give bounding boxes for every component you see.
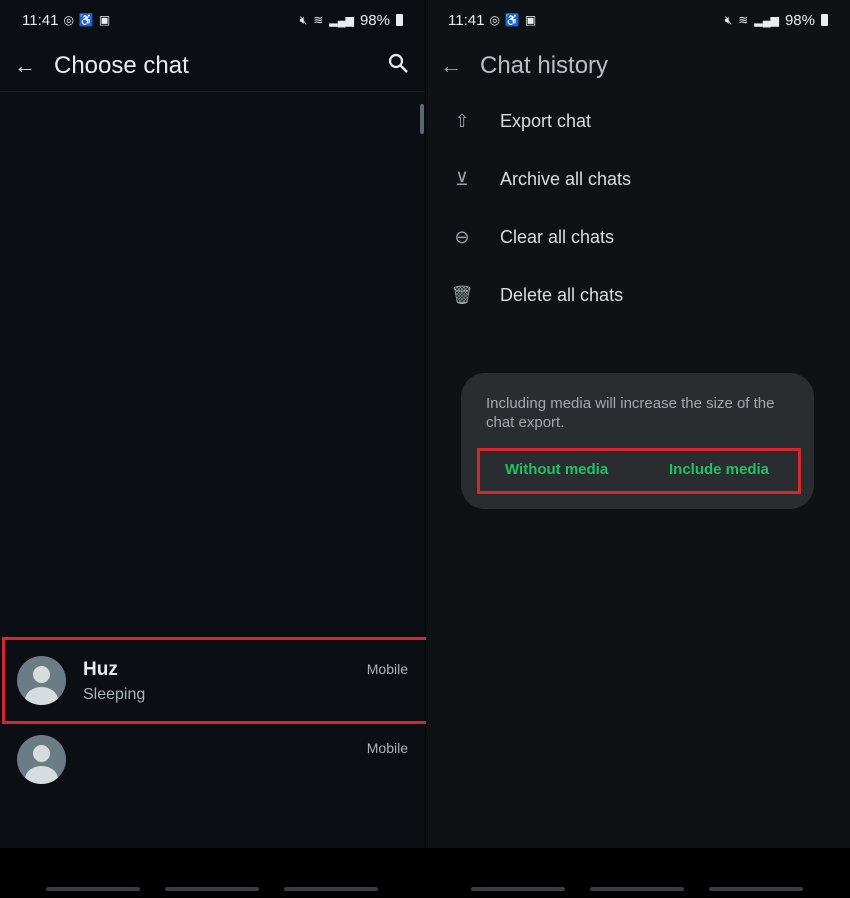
whatsapp-icon: ◎	[489, 13, 500, 27]
clock: 11:41	[22, 11, 59, 29]
back-arrow-icon[interactable]: ←	[14, 53, 36, 79]
menu-delete-all[interactable]: 🗑︎ Delete all chats	[426, 266, 850, 324]
nav-handle	[46, 887, 140, 891]
dialog-message: Including media will increase the size o…	[486, 395, 775, 431]
nav-handle	[284, 887, 378, 891]
wifi-icon: ≋	[738, 13, 749, 27]
nav-handle	[165, 887, 259, 891]
clock: 11:41	[448, 11, 485, 29]
archive-icon: ⊻	[455, 168, 469, 189]
battery-icon	[396, 14, 403, 26]
menu-archive-all[interactable]: ⊻ Archive all chats	[426, 150, 850, 208]
battery-icon	[821, 14, 828, 26]
highlight-box	[2, 637, 430, 724]
scrollbar[interactable]	[420, 104, 424, 134]
page-title: Chat history	[480, 52, 609, 79]
battery-text: 98%	[359, 11, 390, 29]
nav-handle	[590, 887, 684, 891]
mute-icon: 🔇︎	[724, 12, 733, 27]
accessibility-icon: ♿	[78, 13, 94, 27]
app-bar: ← Choose chat	[0, 40, 425, 92]
menu-clear-all[interactable]: ⊖ Clear all chats	[426, 208, 850, 266]
menu-label: Clear all chats	[500, 226, 615, 247]
mute-icon: 🔇︎	[299, 12, 308, 27]
avatar	[17, 735, 66, 784]
nav-handle	[709, 887, 803, 891]
chat-row[interactable]: Mobile	[0, 718, 425, 798]
battery-text: 98%	[784, 11, 815, 29]
status-bar: 11:41 ◎ ♿ ▣ 🔇︎ ≋ ▂▄▆ 98%	[448, 10, 828, 30]
wifi-icon: ≋	[313, 13, 324, 27]
chat-history-screen: 11:41 ◎ ♿ ▣ 🔇︎ ≋ ▂▄▆ 98% ← Chat history ⇧ Ex…	[426, 0, 850, 848]
accessibility-icon: ♿	[504, 13, 520, 27]
image-icon: ▣	[524, 13, 537, 27]
menu-label: Export chat	[500, 110, 592, 131]
search-icon[interactable]	[387, 52, 409, 74]
signal-icon: ▂▄▆	[329, 14, 354, 27]
choose-chat-screen: 11:41 ◎ ♿ ▣ 🔇︎ ≋ ▂▄▆ 98% ← Choose chat Huz …	[0, 0, 430, 848]
page-title: Choose chat	[54, 51, 189, 79]
trash-icon: 🗑︎	[450, 284, 474, 305]
nav-handle	[471, 887, 565, 891]
app-bar: ← Chat history	[426, 40, 850, 92]
menu-export-chat[interactable]: ⇧ Export chat	[426, 92, 850, 150]
whatsapp-icon: ◎	[63, 13, 74, 27]
menu-label: Archive all chats	[500, 168, 632, 189]
minus-circle-icon: ⊖	[454, 226, 470, 247]
chat-tag: Mobile	[366, 740, 408, 756]
signal-icon: ▂▄▆	[754, 14, 779, 27]
highlight-box	[477, 448, 801, 494]
back-arrow-icon[interactable]: ←	[440, 53, 462, 79]
status-bar: 11:41 ◎ ♿ ▣ 🔇︎ ≋ ▂▄▆ 98%	[22, 10, 403, 30]
upload-icon: ⇧	[454, 110, 470, 131]
image-icon: ▣	[98, 13, 111, 27]
menu-label: Delete all chats	[500, 284, 624, 305]
